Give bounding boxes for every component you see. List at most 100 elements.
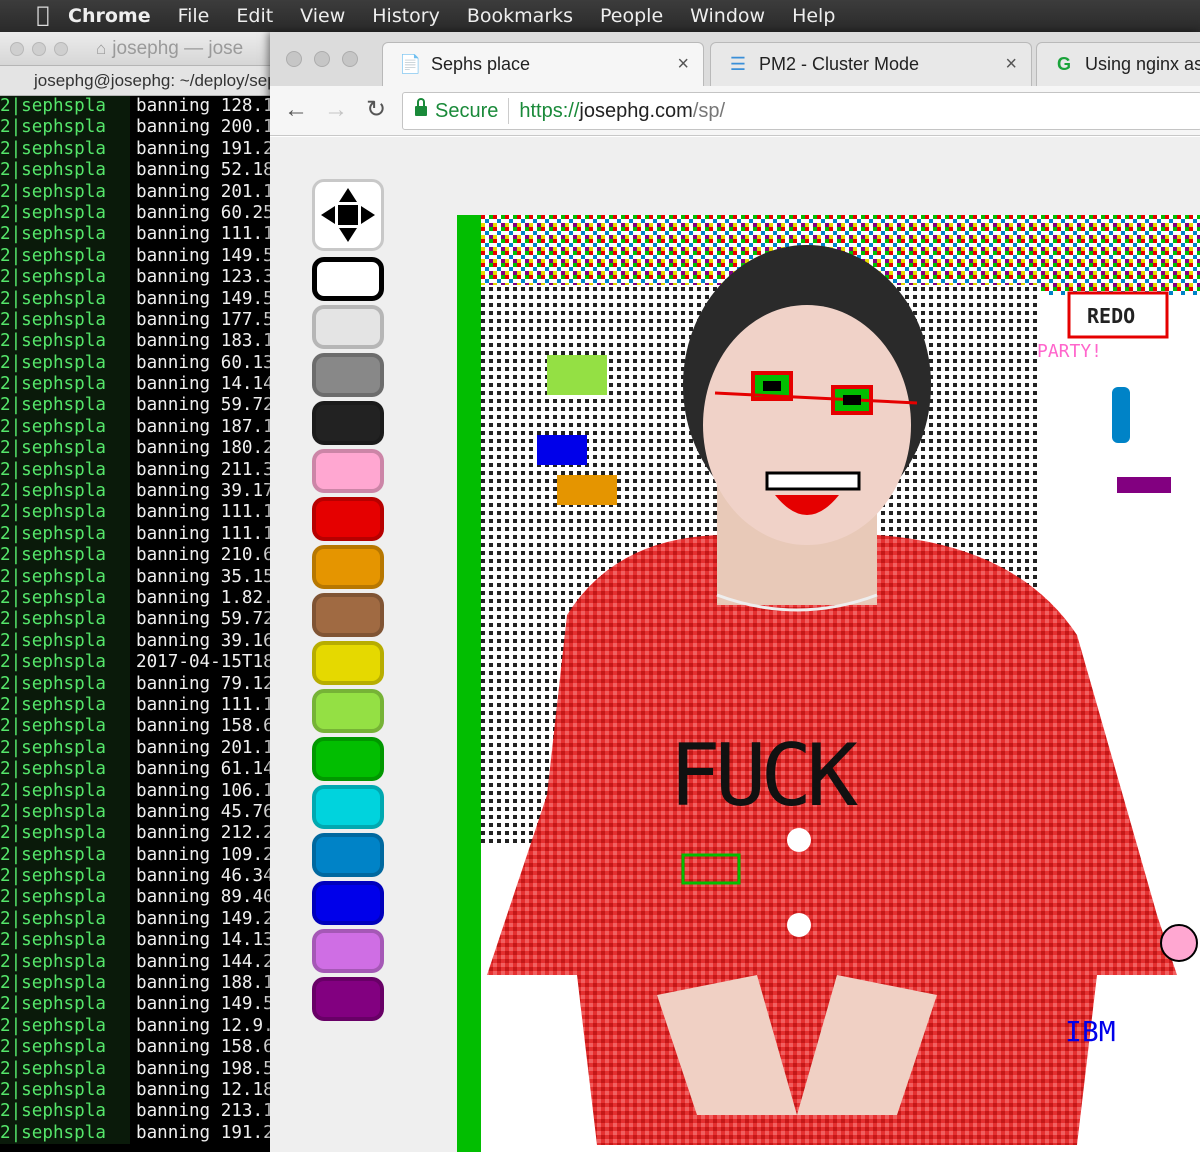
terminal-line: 2|sephspla banning 106.1 [0, 780, 280, 802]
place-canvas[interactable]: REDO PARTY! FUCK IBM [457, 215, 1200, 1152]
menu-people[interactable]: People [600, 5, 663, 27]
terminal-line: 2|sephspla banning 12.9. [0, 1015, 280, 1038]
terminal-line: 2|sephspla banning 39.16 [0, 630, 280, 653]
color-swatch[interactable] [312, 641, 384, 685]
menu-history[interactable]: History [372, 5, 440, 27]
close-tab-icon[interactable]: × [1005, 53, 1017, 76]
terminal-tab[interactable]: josephg@josephg: ~/deploy/sep [0, 66, 280, 96]
color-swatch[interactable] [312, 593, 384, 637]
terminal-line: 2|sephspla banning 158.6 [0, 1037, 280, 1059]
pupil [843, 395, 861, 405]
terminal-line: 2|sephspla banning 109.2 [0, 844, 280, 867]
minimize-window-button[interactable] [32, 41, 46, 56]
apple-icon[interactable]:  [30, 5, 56, 27]
close-window-button[interactable] [10, 41, 24, 56]
log-message: banning 46.34 [136, 866, 274, 887]
log-message: banning 111.1 [136, 224, 274, 245]
log-message: banning 59.72 [136, 395, 274, 416]
color-swatch[interactable] [312, 353, 384, 397]
minimize-window-button[interactable] [314, 51, 330, 67]
color-swatch[interactable] [312, 929, 384, 973]
log-message: banning 128.1 [136, 96, 274, 116]
back-arrow-icon[interactable]: ← [282, 96, 310, 124]
color-swatch[interactable] [312, 257, 384, 301]
reload-icon[interactable]: ↻ [362, 96, 390, 124]
menu-edit[interactable]: Edit [236, 5, 273, 27]
log-message: banning 59.72 [136, 609, 274, 630]
close-window-button[interactable] [286, 51, 302, 67]
menu-file[interactable]: File [178, 5, 210, 27]
url-text[interactable]: https://josephg.com/sp/ [519, 100, 725, 123]
menu-app-chrome[interactable]: Chrome [68, 5, 151, 27]
color-swatch[interactable] [312, 977, 384, 1021]
document-icon: 📄 [399, 54, 422, 74]
process-prefix: 2|sephspla [0, 502, 130, 524]
process-prefix: 2|sephspla [0, 780, 130, 802]
log-message: banning 191.2 [136, 1122, 274, 1143]
color-swatch[interactable] [312, 689, 384, 733]
terminal-line: 2|sephspla banning 1.82. [0, 587, 280, 610]
zoom-window-button[interactable] [54, 41, 68, 56]
color-swatch[interactable] [312, 785, 384, 829]
terminal-window[interactable]: ⌂ josephg — jose josephg@josephg: ~/depl… [0, 32, 280, 1152]
log-message: banning 213.1 [136, 1101, 274, 1122]
log-message: banning 149.5 [136, 994, 274, 1015]
menu-bookmarks[interactable]: Bookmarks [467, 5, 573, 27]
process-prefix: 2|sephspla [0, 481, 130, 503]
color-swatch[interactable] [312, 545, 384, 589]
terminal-line: 2|sephspla banning 149.5 [0, 245, 280, 268]
process-prefix: 2|sephspla [0, 438, 130, 460]
log-message: banning 200.1 [136, 117, 274, 138]
shirt-graffiti: FUCK [669, 726, 858, 826]
log-message: banning 187.1 [136, 416, 274, 437]
color-swatch[interactable] [312, 449, 384, 493]
terminal-line: 2|sephspla banning 111.1 [0, 523, 280, 546]
process-prefix: 2|sephspla [0, 823, 130, 845]
process-prefix: 2|sephspla [0, 160, 130, 182]
tab-using-nginx[interactable]: G Using nginx as [1036, 42, 1200, 86]
terminal-line: 2|sephspla banning 177.5 [0, 309, 280, 332]
log-message: 2017-04-15T18 [136, 652, 274, 673]
address-bar[interactable]: Secure https://josephg.com/sp/ [402, 92, 1200, 130]
url-path: /sp/ [692, 99, 726, 122]
url-scheme: https:// [519, 99, 580, 122]
process-prefix: 2|sephspla [0, 202, 130, 225]
process-prefix: 2|sephspla [0, 887, 130, 909]
tab-sephs-place[interactable]: 📄 Sephs place × [382, 42, 704, 86]
terminal-output[interactable]: 2|sephspla banning 128.1 2|sephspla banning… [0, 96, 280, 1152]
color-swatch[interactable] [312, 881, 384, 925]
log-message: banning 191.2 [136, 138, 274, 159]
log-message: banning 111.1 [136, 523, 274, 544]
close-tab-icon[interactable]: × [677, 53, 689, 76]
terminal-line: 2|sephspla banning 188.1 [0, 973, 280, 995]
process-prefix: 2|sephspla [0, 309, 130, 332]
menu-help[interactable]: Help [792, 5, 835, 27]
log-message: banning 149.5 [136, 245, 274, 266]
process-prefix: 2|sephspla [0, 587, 130, 610]
log-message: banning 210.6 [136, 545, 274, 566]
move-tool-button[interactable] [312, 179, 384, 251]
color-swatch[interactable] [312, 833, 384, 877]
terminal-line: 2|sephspla banning 158.6 [0, 716, 280, 738]
color-swatch[interactable] [312, 401, 384, 445]
menu-window[interactable]: Window [690, 5, 765, 27]
color-swatch[interactable] [312, 305, 384, 349]
canvas-drawing: REDO PARTY! FUCK IBM [457, 215, 1200, 1152]
color-swatch[interactable] [312, 497, 384, 541]
menu-view[interactable]: View [300, 5, 345, 27]
log-message: banning 180.2 [136, 438, 274, 459]
log-message: banning 12.18 [136, 1079, 274, 1100]
process-prefix: 2|sephspla [0, 181, 130, 203]
tab-strip: 📄 Sephs place × ☰ PM2 - Cluster Mode × G… [270, 32, 1200, 86]
process-prefix: 2|sephspla [0, 96, 130, 118]
tab-pm2-cluster-mode[interactable]: ☰ PM2 - Cluster Mode × [710, 42, 1032, 86]
log-message: banning 106.1 [136, 780, 274, 801]
process-prefix: 2|sephspla [0, 801, 130, 824]
terminal-line: 2|sephspla banning 45.76 [0, 801, 280, 824]
color-swatch[interactable] [312, 737, 384, 781]
process-prefix: 2|sephspla [0, 566, 130, 588]
forward-arrow-icon[interactable]: → [322, 96, 350, 124]
menu-bar:  Chrome File Edit View History Bookmark… [0, 0, 1200, 32]
zoom-window-button[interactable] [342, 51, 358, 67]
process-prefix: 2|sephspla [0, 630, 130, 653]
